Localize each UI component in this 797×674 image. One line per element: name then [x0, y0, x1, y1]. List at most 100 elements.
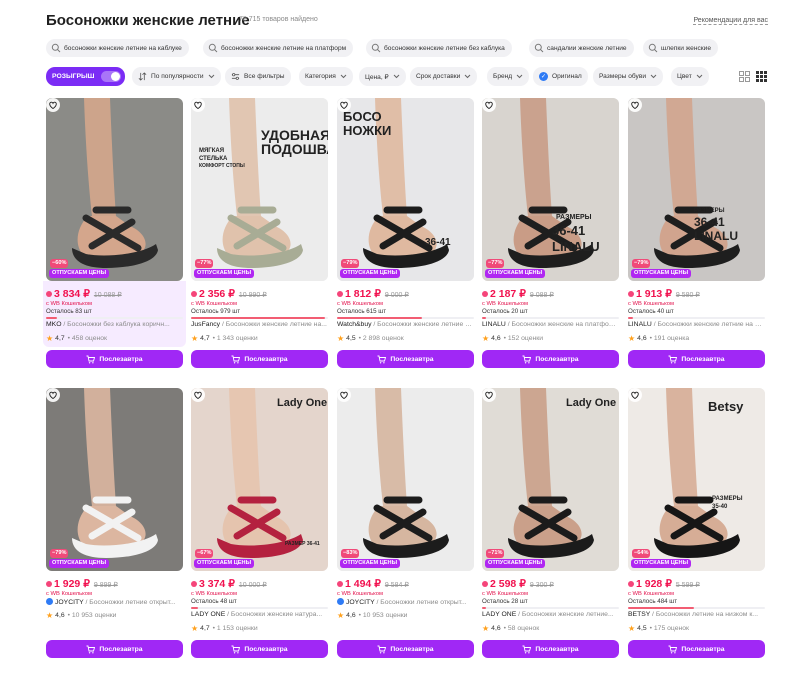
brand-filter[interactable]: Бренд	[487, 67, 530, 86]
product-title[interactable]: LADY ONE / Босоножки женские натура...	[191, 611, 328, 618]
query-chip[interactable]: босоножки женские летние на каблуке	[46, 39, 189, 57]
product-name: / Босоножки летние на низком к...	[650, 611, 758, 618]
product-name: / Босоножки женские натура...	[225, 611, 323, 618]
delivery-filter[interactable]: Срок доставки	[410, 67, 478, 86]
product-photo[interactable]: −83% ОТПУСКАЕМ ЦЕНЫ	[337, 388, 474, 571]
review-count: • 175 оценок	[649, 625, 690, 632]
query-chip[interactable]: босоножки женские летние без каблука	[366, 39, 512, 57]
photo-caption: РАЗМЕР 36-41	[285, 541, 320, 547]
product-photo[interactable]: −79% ОТПУСКАЕМ ЦЕНЫ	[46, 388, 183, 571]
sort-dropdown[interactable]: По популярности	[132, 67, 221, 86]
price-row: 2 187 ₽ 9 088 ₽	[482, 288, 554, 300]
heart-icon[interactable]	[46, 98, 60, 112]
product-photo[interactable]: РАЗМЕРЫ 36-41 LINALU −79% ОТПУСКАЕМ ЦЕНЫ	[628, 98, 765, 281]
add-to-cart-button[interactable]: Послезавтра	[628, 350, 765, 368]
product-card[interactable]: УДОБНАЯПОДОШВАМЯГКАЯСТЕЛЬКАКОМФОРТ СТОПЫ…	[191, 98, 328, 373]
add-to-cart-button[interactable]: Послезавтра	[46, 350, 183, 368]
heart-icon[interactable]	[191, 388, 205, 402]
product-title[interactable]: JOYCITY / Босоножки летние открыт...	[337, 598, 474, 606]
photo-caption: 35-40	[712, 504, 728, 510]
category-label: Категория	[305, 73, 336, 80]
product-title[interactable]: Watch&buy / Босоножки женские летние на …	[337, 321, 474, 328]
product-card[interactable]: РАЗМЕРЫ 36-41 LINALU −77% ОТПУСКАЕМ ЦЕНЫ 2…	[482, 98, 619, 373]
brand-label: Бренд	[493, 73, 513, 80]
review-count: • 10 953 оценки	[358, 612, 408, 619]
promo-toggle[interactable]: РОЗЫГРЫШ	[46, 67, 125, 86]
heart-icon[interactable]	[337, 98, 351, 112]
add-to-cart-button[interactable]: Послезавтра	[337, 350, 474, 368]
product-card[interactable]: Lady One РАЗМЕР 36-41 −67% ОТПУСКАЕМ ЦЕНЫ…	[191, 388, 328, 663]
add-to-cart-button[interactable]: Послезавтра	[191, 350, 328, 368]
product-photo[interactable]: БОСО НОЖКИ 36-41 −79% ОТПУСКАЕМ ЦЕНЫ	[337, 98, 474, 281]
product-photo[interactable]: −60% ОТПУСКАЕМ ЦЕНЫ	[46, 98, 183, 281]
stock-bar-fill	[628, 607, 694, 609]
rating: ★ 4,5 • 2 898 оценок	[337, 334, 404, 343]
product-title[interactable]: LADY ONE / Босоножки женские летние...	[482, 611, 619, 618]
add-to-cart-button[interactable]: Послезавтра	[482, 350, 619, 368]
sliders-icon	[231, 73, 240, 80]
product-title[interactable]: JusFancy / Босоножки женские летние на..…	[191, 321, 328, 328]
all-filters-label: Все фильтры	[244, 73, 285, 80]
color-filter[interactable]: Цвет	[671, 67, 709, 86]
product-card[interactable]: Lady One −71% ОТПУСКАЕМ ЦЕНЫ 2 598 ₽ 9 3…	[482, 388, 619, 663]
photo-caption: НОЖКИ	[343, 123, 392, 138]
sizes-filter[interactable]: Размеры обуви	[593, 67, 664, 86]
price: 1 929 ₽	[54, 578, 90, 590]
product-card[interactable]: −79% ОТПУСКАЕМ ЦЕНЫ 1 929 ₽ 9 899 ₽ с WB…	[46, 388, 183, 663]
product-title[interactable]: LINALU / Босоножки женские на платформ..…	[482, 321, 619, 328]
old-price: 9 899 ₽	[93, 582, 118, 589]
grid-small-icon[interactable]	[756, 71, 767, 82]
add-to-cart-button[interactable]: Послезавтра	[628, 640, 765, 658]
heart-icon[interactable]	[482, 98, 496, 112]
product-photo[interactable]: Lady One −71% ОТПУСКАЕМ ЦЕНЫ	[482, 388, 619, 571]
product-photo-art	[191, 98, 328, 281]
sale-badge: ОТПУСКАЕМ ЦЕНЫ	[49, 559, 110, 568]
price-row: 1 929 ₽ 9 899 ₽	[46, 578, 118, 590]
add-to-cart-button[interactable]: Послезавтра	[191, 640, 328, 658]
add-to-cart-button[interactable]: Послезавтра	[337, 640, 474, 658]
heart-icon[interactable]	[628, 98, 642, 112]
recommendations-link[interactable]: Рекомендации для вас	[693, 17, 768, 25]
review-count: • 10 953 оценки	[67, 612, 117, 619]
delivery-label: Послезавтра	[681, 355, 725, 363]
query-chip[interactable]: босоножки женские летние на платформ	[203, 39, 354, 57]
product-title[interactable]: MKO / Босоножки без каблука коричн...	[46, 321, 183, 328]
query-chip[interactable]: сандалии женские летние	[529, 39, 634, 57]
add-to-cart-button[interactable]: Послезавтра	[482, 640, 619, 658]
query-chip[interactable]: шлепки женские	[643, 39, 719, 57]
product-card[interactable]: РАЗМЕРЫ 36-41 LINALU −79% ОТПУСКАЕМ ЦЕНЫ 1…	[628, 98, 765, 373]
all-filters-button[interactable]: Все фильтры	[225, 67, 291, 86]
product-card[interactable]: −60% ОТПУСКАЕМ ЦЕНЫ 3 834 ₽ 10 088 ₽ с W…	[43, 98, 186, 373]
price-row: 3 834 ₽ 10 088 ₽	[46, 288, 122, 300]
sale-badge: ОТПУСКАЕМ ЦЕНЫ	[340, 559, 401, 568]
heart-icon[interactable]	[628, 388, 642, 402]
product-photo[interactable]: Lady One РАЗМЕР 36-41 −67% ОТПУСКАЕМ ЦЕНЫ	[191, 388, 328, 571]
photo-caption: Lady One	[277, 397, 328, 409]
chevron-down-icon	[516, 74, 523, 79]
price-filter[interactable]: Цена, ₽	[359, 67, 406, 86]
grid-large-icon[interactable]	[739, 71, 750, 82]
heart-icon[interactable]	[337, 388, 351, 402]
product-photo[interactable]: Betsy РАЗМЕРЫ 35-40 −64% ОТПУСКАЕМ ЦЕНЫ	[628, 388, 765, 571]
product-photo[interactable]: УДОБНАЯПОДОШВАМЯГКАЯСТЕЛЬКАКОМФОРТ СТОПЫ…	[191, 98, 328, 281]
product-card[interactable]: −83% ОТПУСКАЕМ ЦЕНЫ 1 494 ₽ 9 584 ₽ с WB…	[337, 388, 474, 663]
product-title[interactable]: LINALU / Босоножки женские летние на пла…	[628, 321, 765, 328]
product-title[interactable]: BETSY / Босоножки летние на низком к...	[628, 611, 765, 618]
product-card[interactable]: БОСО НОЖКИ 36-41 −79% ОТПУСКАЕМ ЦЕНЫ 1 812…	[337, 98, 474, 373]
rating: ★ 4,7 • 1 343 оценки	[191, 334, 258, 343]
heart-icon[interactable]	[46, 388, 60, 402]
product-photo[interactable]: РАЗМЕРЫ 36-41 LINALU −77% ОТПУСКАЕМ ЦЕНЫ	[482, 98, 619, 281]
price: 1 928 ₽	[636, 578, 672, 590]
review-count: • 58 оценок	[503, 625, 540, 632]
wallet-icon	[628, 581, 634, 587]
heart-icon[interactable]	[482, 388, 496, 402]
photo-caption: 36-41	[425, 237, 451, 248]
product-card[interactable]: Betsy РАЗМЕРЫ 35-40 −64% ОТПУСКАЕМ ЦЕНЫ 1 …	[628, 388, 765, 663]
brand-name: JOYCITY	[55, 599, 84, 606]
category-filter[interactable]: Категория	[299, 67, 353, 86]
original-filter[interactable]: ✓ Оригинал	[533, 67, 588, 86]
product-title[interactable]: JOYCITY / Босоножки летние открыт...	[46, 598, 183, 606]
color-label: Цвет	[677, 73, 692, 80]
heart-icon[interactable]	[191, 98, 205, 112]
add-to-cart-button[interactable]: Послезавтра	[46, 640, 183, 658]
